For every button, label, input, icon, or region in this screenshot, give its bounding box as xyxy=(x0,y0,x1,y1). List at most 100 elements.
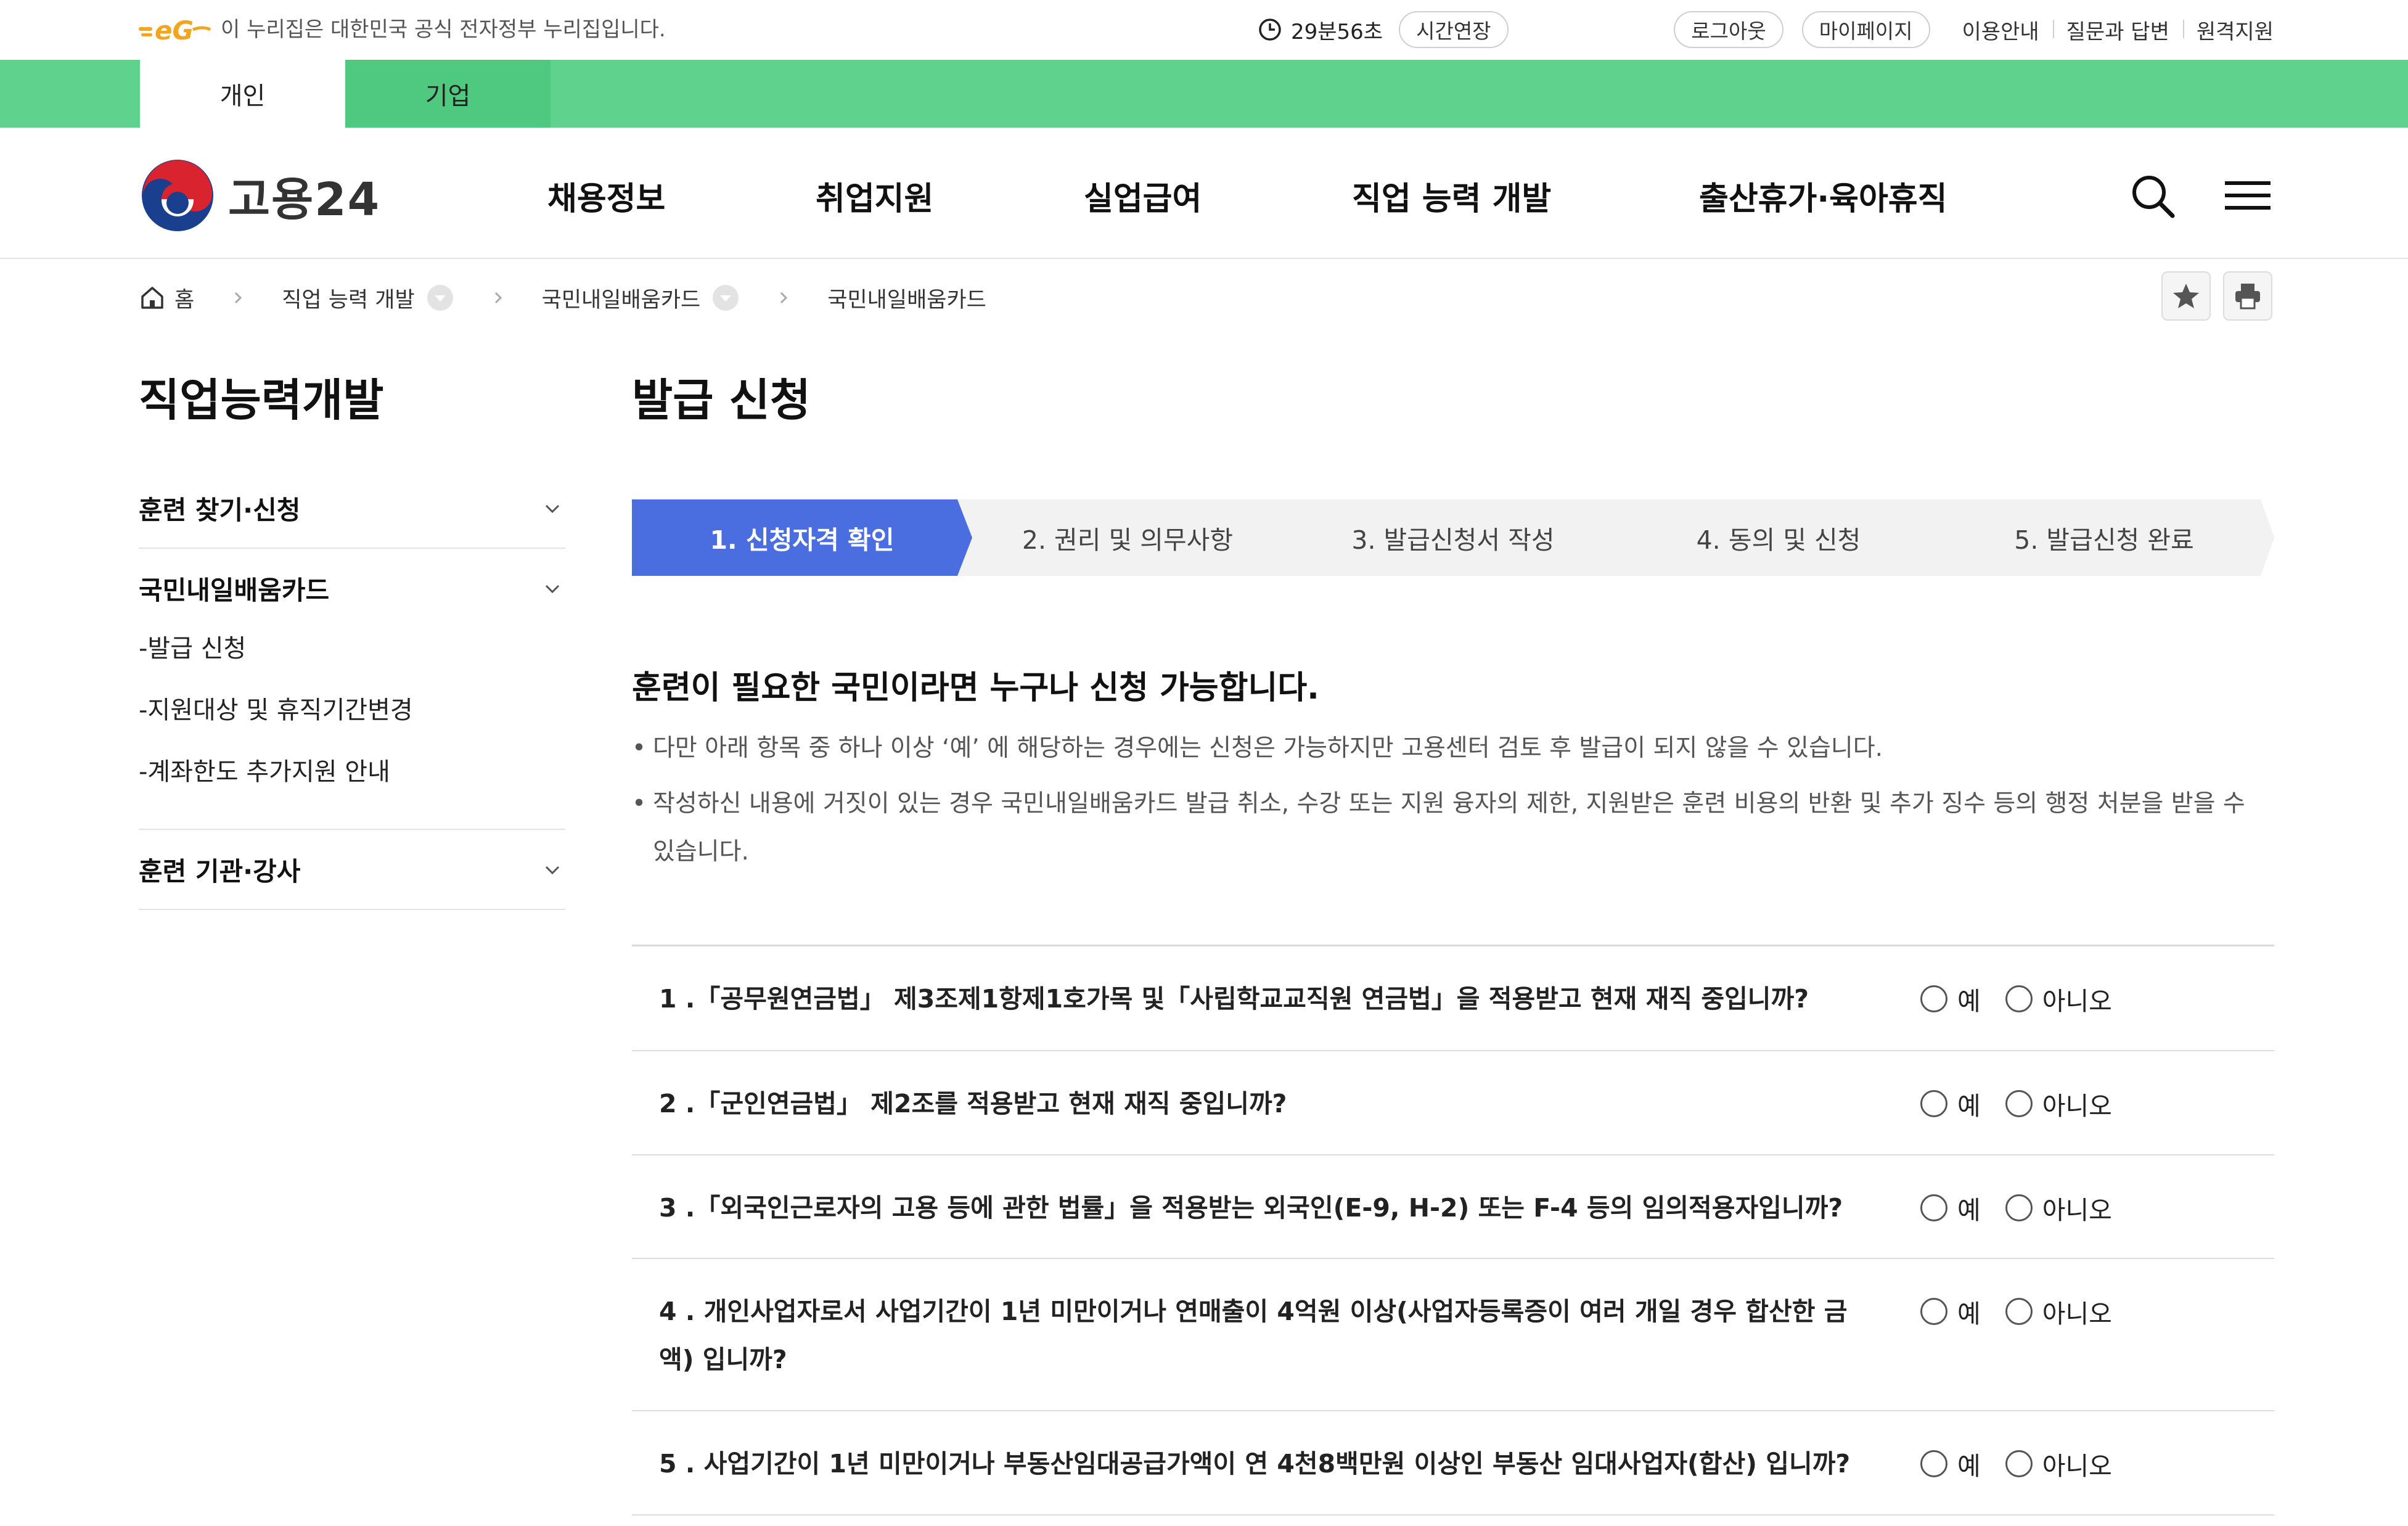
search-icon[interactable] xyxy=(2126,169,2179,222)
link-guide[interactable]: 이용안내 xyxy=(1949,15,2053,45)
breadcrumb-current: 국민내일배움카드 xyxy=(827,282,986,314)
radio-no[interactable] xyxy=(2005,1298,2033,1325)
radio-no[interactable] xyxy=(2005,1194,2033,1221)
lnb-head-training-search[interactable]: 훈련 찾기·신청 xyxy=(139,469,565,548)
radio-yes[interactable] xyxy=(1920,1194,1947,1221)
timer-text: 29분56초 xyxy=(1291,19,1383,44)
option-no[interactable]: 아니오 xyxy=(2005,1293,2112,1330)
bookmark-button[interactable] xyxy=(2161,271,2211,321)
lnb-head-training-institution[interactable]: 훈련 기관·강사 xyxy=(139,830,565,909)
lnb-item-target-change[interactable]: -지원대상 및 휴직기간변경 xyxy=(139,677,565,739)
chevron-right-icon xyxy=(494,292,502,304)
site-logo[interactable]: 고용24 xyxy=(141,158,380,232)
step-4: 4. 동의 및 신청 xyxy=(1696,525,1861,555)
mypage-button[interactable]: 마이페이지 xyxy=(1801,11,1930,48)
question-row-1: 1 .「공무원연금법」 제3조제1항제1호가목 및「사립학교교직원 연금법」을 … xyxy=(632,946,2274,1051)
lnb-item-limit-support[interactable]: -계좌한도 추가지원 안내 xyxy=(139,739,565,800)
question-row-4: 4 . 개인사업자로서 사업기간이 1년 미만이거나 연매출이 4억원 이상(사… xyxy=(632,1259,2274,1411)
extend-time-button[interactable]: 시간연장 xyxy=(1399,11,1509,48)
step-3: 3. 발급신청서 작성 xyxy=(1351,525,1555,555)
option-no-label: 아니오 xyxy=(2042,1091,2112,1121)
radio-yes[interactable] xyxy=(1920,1090,1947,1117)
lnb-group-training-institution: 훈련 기관·강사 xyxy=(139,830,565,910)
clock-icon xyxy=(1259,18,1281,41)
svg-text:eG: eG xyxy=(155,15,194,46)
question-options: 예 아니오 xyxy=(1920,1189,2137,1226)
gnb-skill-development[interactable]: 직업 능력 개발 xyxy=(1352,165,1551,226)
question-options: 예 아니오 xyxy=(1920,1085,2137,1122)
option-yes-label: 예 xyxy=(1957,987,1981,1016)
lnb-sub-list: -발급 신청 -지원대상 및 휴직기간변경 -계좌한도 추가지원 안내 xyxy=(139,615,565,829)
breadcrumb-level-1[interactable]: 직업 능력 개발 xyxy=(282,282,454,314)
home-icon xyxy=(141,287,163,309)
option-no-label: 아니오 xyxy=(2042,1299,2112,1329)
breadcrumb-level-1-label: 직업 능력 개발 xyxy=(282,287,415,313)
step-2: 2. 권리 및 의무사항 xyxy=(1022,525,1234,555)
option-no[interactable]: 아니오 xyxy=(2005,1085,2112,1122)
radio-no[interactable] xyxy=(2005,1450,2033,1477)
notice-list: 다만 아래 항목 중 하나 이상 ‘예’ 에 해당하는 경우에는 신청은 가능하… xyxy=(632,724,2274,876)
option-yes-label: 예 xyxy=(1957,1196,1981,1225)
link-remote-support[interactable]: 원격지원 xyxy=(2182,15,2274,45)
radio-yes[interactable] xyxy=(1920,1450,1947,1477)
print-icon xyxy=(2235,284,2260,310)
breadcrumb-home[interactable]: 홈 xyxy=(139,282,194,314)
step-indicator: 1. 신청자격 확인 2. 권리 및 의무사항 3. 발급신청서 작성 4. 동… xyxy=(632,499,2274,576)
brand-name: 고용24 xyxy=(228,173,381,226)
star-icon xyxy=(2173,284,2199,308)
chevron-right-icon xyxy=(235,292,242,304)
lnb-head-learning-card[interactable]: 국민내일배움카드 xyxy=(139,549,565,628)
option-no-label: 아니오 xyxy=(2042,987,2112,1016)
print-button[interactable] xyxy=(2223,271,2272,321)
option-no[interactable]: 아니오 xyxy=(2005,1189,2112,1226)
notice-item: 작성하신 내용에 거짓이 있는 경우 국민내일배움카드 발급 취소, 수강 또는… xyxy=(632,780,2274,876)
lnb-group-learning-card: 국민내일배움카드 -발급 신청 -지원대상 및 휴직기간변경 -계좌한도 추가지… xyxy=(139,549,565,830)
dropdown-circle-icon[interactable] xyxy=(711,284,740,312)
chevron-down-icon xyxy=(545,585,560,594)
gnb-parental-leave[interactable]: 출산휴가·육아휴직 xyxy=(1699,165,1947,226)
tab-personal[interactable]: 개인 xyxy=(140,60,345,128)
utility-bar: eG 이 누리집은 대한민국 공식 전자정부 누리집입니다. 29분56초 시간… xyxy=(0,0,2408,60)
question-text: 5 . 사업기간이 1년 미만이거나 부동산임대공급가액이 연 4천8백만원 이… xyxy=(659,1449,1851,1479)
radio-yes[interactable] xyxy=(1920,1298,1947,1325)
radio-no[interactable] xyxy=(2005,985,2033,1012)
gnb-employment-support[interactable]: 취업지원 xyxy=(816,165,933,226)
question-options: 예 아니오 xyxy=(1920,1445,2137,1482)
radio-yes[interactable] xyxy=(1920,985,1947,1012)
logout-button[interactable]: 로그아웃 xyxy=(1674,11,1783,48)
page-title: 발급 신청 xyxy=(632,374,811,426)
lnb-group-training-search: 훈련 찾기·신청 xyxy=(139,469,565,549)
option-no[interactable]: 아니오 xyxy=(2005,1445,2112,1482)
lnb-head-label: 훈련 찾기·신청 xyxy=(139,494,301,525)
utility-links: 로그아웃 마이페이지 이용안내 질문과 답변 원격지원 xyxy=(1674,11,2274,48)
breadcrumb-home-label: 홈 xyxy=(174,287,195,313)
option-yes[interactable]: 예 xyxy=(1920,1445,1981,1482)
tab-business[interactable]: 기업 xyxy=(345,60,551,128)
question-text: 1 .「공무원연금법」 제3조제1항제1호가목 및「사립학교교직원 연금법」을 … xyxy=(659,984,1809,1014)
option-yes[interactable]: 예 xyxy=(1920,1293,1981,1330)
dropdown-circle-icon[interactable] xyxy=(426,284,454,312)
option-yes-label: 예 xyxy=(1957,1451,1981,1481)
breadcrumb-level-2[interactable]: 국민내일배움카드 xyxy=(542,282,740,314)
option-yes[interactable]: 예 xyxy=(1920,980,1981,1017)
question-text: 4 . 개인사업자로서 사업기간이 1년 미만이거나 연매출이 4억원 이상(사… xyxy=(659,1297,1848,1374)
option-no[interactable]: 아니오 xyxy=(2005,980,2112,1017)
option-yes[interactable]: 예 xyxy=(1920,1189,1981,1226)
option-yes-label: 예 xyxy=(1957,1299,1981,1329)
gnb-jobs[interactable]: 채용정보 xyxy=(547,165,665,226)
step-1: 1. 신청자격 확인 xyxy=(710,525,895,555)
taeguk-logo xyxy=(142,160,213,231)
option-yes[interactable]: 예 xyxy=(1920,1085,1981,1122)
notice-item: 다만 아래 항목 중 하나 이상 ‘예’ 에 해당하는 경우에는 신청은 가능하… xyxy=(632,724,2274,773)
link-qna[interactable]: 질문과 답변 xyxy=(2052,15,2183,45)
gnb-unemployment-benefit[interactable]: 실업급여 xyxy=(1084,165,1202,226)
global-nav: 고용24 채용정보 취업지원 실업급여 직업 능력 개발 출산휴가·육아휴직 xyxy=(0,128,2408,259)
question-options: 예 아니오 xyxy=(1920,980,2137,1017)
question-row-3: 3 .「외국인근로자의 고용 등에 관한 법률」을 적용받는 외국인(E-9, … xyxy=(632,1155,2274,1259)
hamburger-icon[interactable] xyxy=(2221,169,2274,222)
option-no-label: 아니오 xyxy=(2042,1196,2112,1225)
question-text: 2 .「군인연금법」 제2조를 적용받고 현재 재직 중입니까? xyxy=(659,1089,1287,1118)
chevron-right-icon xyxy=(780,292,788,304)
breadcrumb-level-2-label: 국민내일배움카드 xyxy=(541,287,701,313)
radio-no[interactable] xyxy=(2005,1090,2033,1117)
